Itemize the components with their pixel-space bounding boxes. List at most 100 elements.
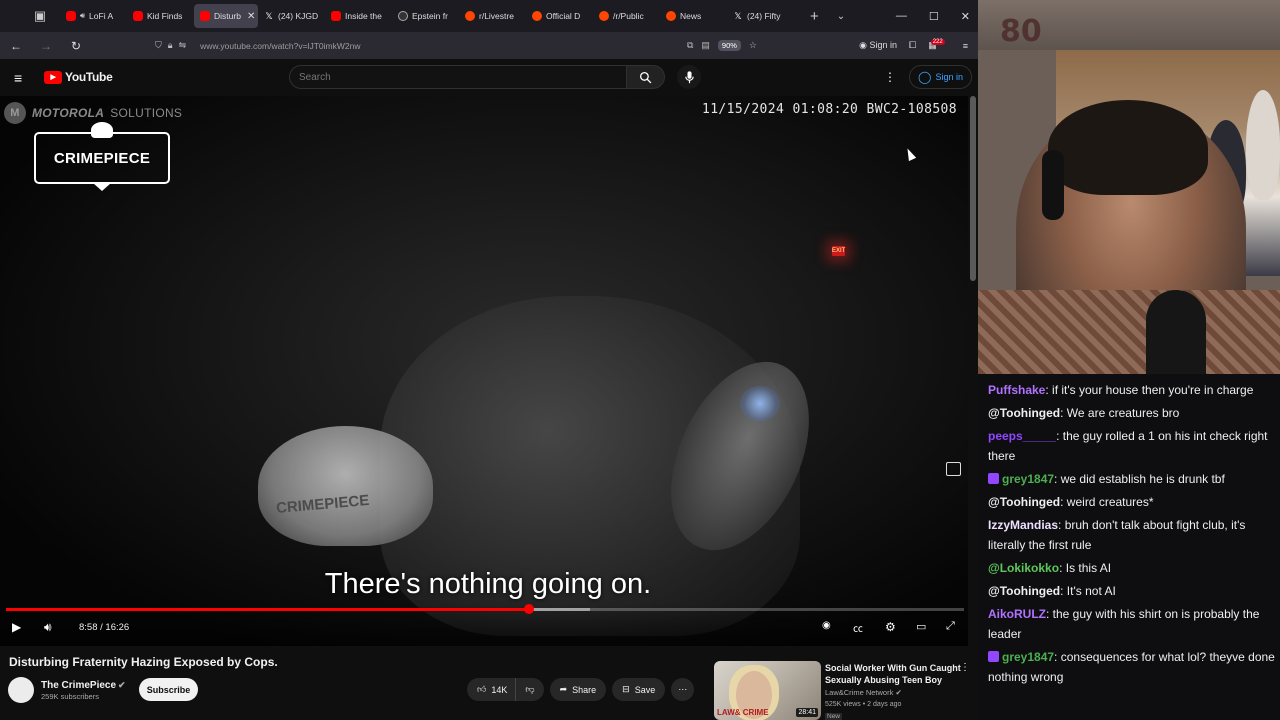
maximize-icon[interactable]: ☐ [929,10,939,23]
progress-bar[interactable] [6,604,964,614]
new-tab-button[interactable]: + [810,8,819,25]
chat-username[interactable]: @Toohinged [988,406,1060,420]
captions-icon[interactable]: ㏄ [853,620,863,635]
address-bar[interactable]: ⛉ 🔒︎ ⇋ www.youtube.com/watch?v=lJT0imkW2… [155,35,767,56]
tab-label: (24) KJGD [278,11,319,21]
youtube-icon [133,11,143,21]
fullscreen-icon[interactable]: ⤢ [946,620,955,633]
browser-tab[interactable]: /r/Public [593,4,660,28]
reader-view-icon[interactable]: ▤ [701,40,710,51]
browser-tab[interactable]: Official D [526,4,593,28]
tab-overview-icon[interactable]: ▣ [24,0,56,32]
x-icon: 𝕏 [265,11,273,21]
reload-icon[interactable]: ↻ [64,39,88,53]
guide-menu-icon[interactable]: ≡ [14,70,22,86]
tab-label: Epstein fr [412,11,448,21]
theater-mode-icon[interactable]: ▭ [916,620,926,633]
chat-text: : It's not AI [1060,584,1116,598]
chat-username[interactable]: @Toohinged [988,495,1060,509]
reddit-icon [532,11,542,21]
close-window-icon[interactable]: ✕ [961,10,970,23]
voice-search-button[interactable] [677,65,701,89]
chat-username[interactable]: Puffshake [988,383,1045,397]
tab-audio-icon[interactable]: 🔊︎ [80,11,85,21]
chat-username[interactable]: @Toohinged [988,584,1060,598]
minimize-icon[interactable]: — [896,10,907,22]
recommended-more-icon[interactable]: ⋮ [960,662,970,673]
window-controls: — ☐ ✕ [896,0,970,32]
channel-avatar[interactable] [8,677,34,703]
lock-icon[interactable]: 🔒︎ [168,40,173,51]
search-input[interactable] [289,65,627,89]
more-actions-button[interactable]: ⋯ [671,678,695,701]
youtube-signin-button[interactable]: ◯ Sign in [909,65,972,89]
settings-gear-icon[interactable]: ⚙ [885,620,896,634]
miniplayer-icon[interactable] [946,462,961,476]
chat-username[interactable]: grey1847 [1002,472,1054,486]
browser-tab[interactable]: News [660,4,727,28]
chat-username[interactable]: IzzyMandias [988,518,1058,532]
save-button[interactable]: ⊟ Save [612,678,666,701]
play-icon[interactable]: ▶ [12,620,21,634]
like-count: 14K [491,684,508,695]
search-button[interactable] [627,65,665,89]
webcam-wall-badge: 80 [1000,14,1042,49]
share-button[interactable]: ➦ Share [549,678,607,701]
close-tab-icon[interactable]: ✕ [247,11,255,22]
autoplay-toggle-icon[interactable]: ◉ [822,620,831,631]
permissions-icon[interactable]: ⇋ [179,40,187,51]
chat-text: : if it's your house then you're in char… [1045,383,1254,397]
extension-addon-icon[interactable]: ▦222 [928,39,951,51]
hat-text: CRIMEPIECE [275,491,370,518]
verified-icon: ✔ [118,679,126,690]
zoom-level[interactable]: 90% [717,40,741,51]
youtube-icon [331,11,341,21]
account-signin-label: Sign in [869,40,897,50]
chat-username[interactable]: @Lokikokko [988,561,1059,575]
chat-username[interactable]: peeps_____ [988,429,1056,443]
account-signin-button[interactable]: ◉ Sign in [859,40,897,51]
chat-username[interactable]: grey1847 [1002,650,1054,664]
chat-text: : weird creatures* [1060,495,1154,509]
channel-name[interactable]: The CrimePiece [41,680,116,691]
page-scrollbar[interactable] [970,96,976,281]
search-icon [639,71,652,83]
browser-tab[interactable]: Epstein fr [392,4,459,28]
streamer-hair [1048,100,1208,195]
settings-more-icon[interactable]: ⋮ [884,70,896,84]
browser-tab[interactable]: r/Livestre [459,4,526,28]
chat-username[interactable]: AikoRULZ [988,607,1046,621]
chat-message: grey1847: consequences for what lol? the… [988,647,1276,687]
streamer-shirt [978,290,1280,374]
browser-tab[interactable]: 🔊︎ LoFi A [60,4,127,28]
like-button[interactable]: 👍︎ 14K [467,678,516,701]
tab-label: (24) Fifty [747,11,781,21]
news-person [1246,90,1280,200]
chat-text: : we did establish he is drunk tbf [1054,472,1225,486]
forward-icon[interactable]: → [34,39,58,53]
recommended-title[interactable]: Social Worker With Gun Caught Sexually A… [825,662,961,686]
browser-tab[interactable]: Inside the [325,4,392,28]
video-player[interactable]: CRIMEPIECE EXIT M MOTOROLA SOLUTIONS CRI… [0,96,968,646]
browser-tab[interactable]: 𝕏 (24) Fifty [727,4,794,28]
youtube-logo[interactable]: ▶ YouTube [44,70,113,84]
recommended-video[interactable]: LAW& CRIME 28:41 Social Worker With Gun … [714,659,970,720]
browser-tab[interactable]: Disturb ✕ [194,4,258,28]
subscriber-count: 259K subscribers [41,691,99,701]
back-icon[interactable]: ← [4,39,28,53]
subscribe-button[interactable]: Subscribe [139,678,198,701]
app-menu-icon[interactable]: ≡ [963,41,968,51]
dislike-button[interactable]: 👎︎ [515,678,544,701]
thumbs-up-icon: 👍︎ [477,684,487,694]
tracking-shield-icon[interactable]: ⛉ [155,40,162,51]
list-all-tabs-icon[interactable]: ⌄ [837,11,845,22]
volume-icon[interactable]: 🔊︎ [44,620,52,635]
url-text[interactable]: www.youtube.com/watch?v=lJT0imkW2nw [200,41,360,51]
picture-in-picture-icon[interactable]: ⧉ [687,40,693,51]
extensions-icon[interactable]: ⧠ [909,40,916,51]
browser-tab[interactable]: 𝕏 (24) KJGD [258,4,325,28]
browser-tab[interactable]: Kid Finds [127,4,194,28]
scrubber-knob[interactable] [524,604,535,614]
bookmark-star-icon[interactable]: ☆ [749,40,757,51]
recommended-thumbnail[interactable]: LAW& CRIME 28:41 [714,661,821,720]
